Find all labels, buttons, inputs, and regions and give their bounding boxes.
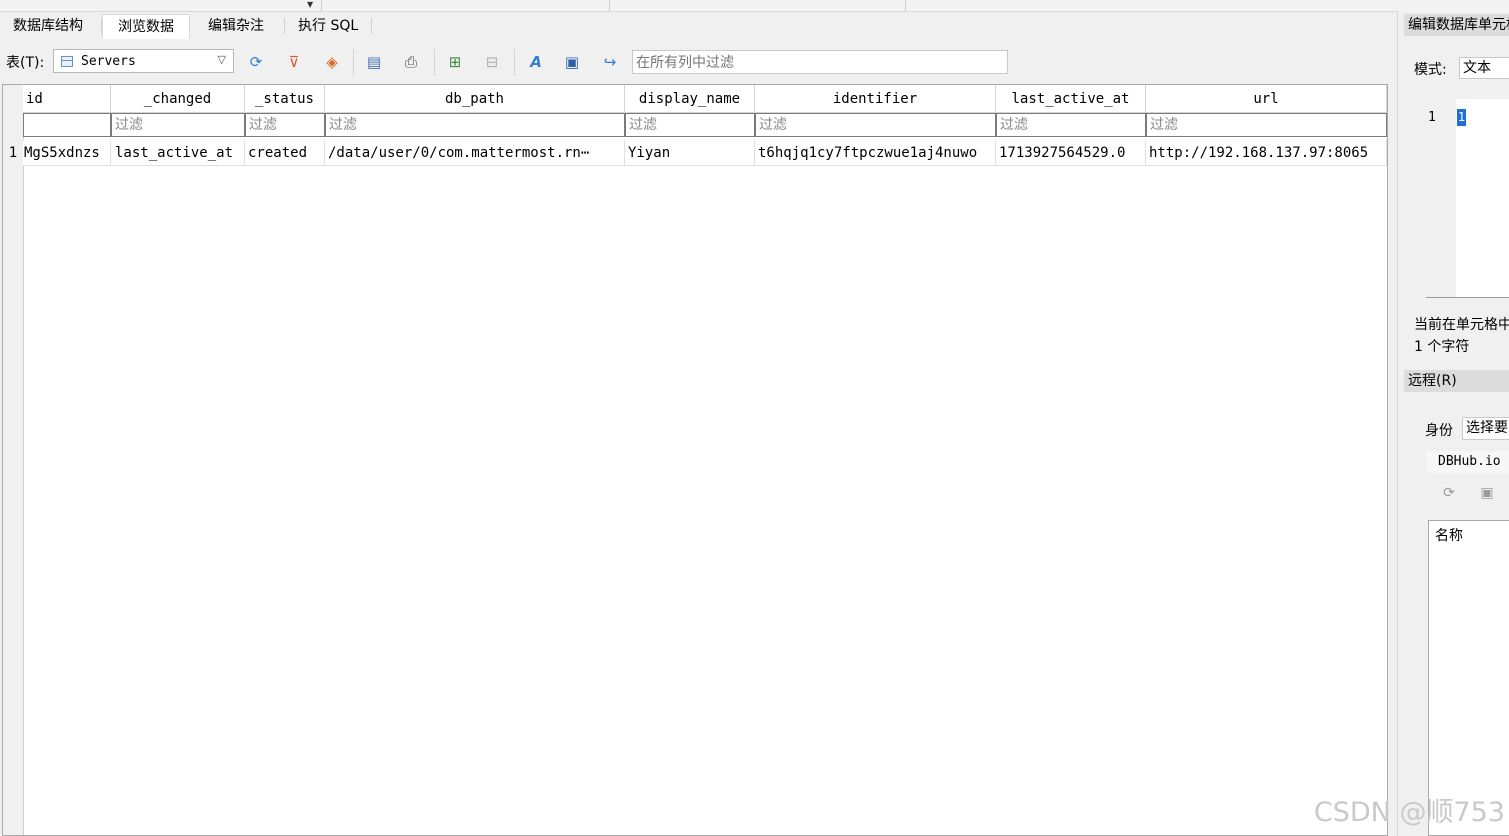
tab-database-structure[interactable]: 数据库结构 xyxy=(5,14,91,38)
editor-line-number: 1 xyxy=(1428,110,1436,125)
top-separator xyxy=(905,0,906,11)
column-header-changed[interactable]: _changed xyxy=(111,85,245,113)
top-strip: ▼ xyxy=(0,0,1509,12)
insert-record-icon[interactable]: ⊞ xyxy=(446,53,464,71)
top-separator xyxy=(321,0,322,11)
table-label: 表(T): xyxy=(6,55,45,71)
editor-gutter xyxy=(1426,99,1456,297)
global-filter-input[interactable] xyxy=(632,50,1008,74)
cell-char-count: 1 个字符 xyxy=(1414,339,1470,355)
column-header-identifier[interactable]: identifier xyxy=(755,85,996,113)
find-replace-icon[interactable]: ▣ xyxy=(563,53,581,71)
table-cell[interactable]: t6hqjq1cy7ftpczwue1aj4nuwo xyxy=(755,140,996,166)
tab-divider xyxy=(284,18,285,34)
remote-list-header: 名称 xyxy=(1435,528,1463,544)
save-filter-icon[interactable]: ◈ xyxy=(323,53,341,71)
toolbar-separator xyxy=(434,49,435,76)
remote-title[interactable]: 远程(R) xyxy=(1404,370,1509,392)
table-cell[interactable]: created xyxy=(245,140,325,166)
identity-label: 身份 xyxy=(1425,423,1453,439)
edit-cell-pane: 编辑数据库单元格 模式: 文本 1 1 当前在单元格中 1 个字符 远程(R) … xyxy=(1397,11,1509,836)
table-cell[interactable]: 1713927564529.0 xyxy=(996,140,1146,166)
column-header-url[interactable]: url xyxy=(1146,85,1387,113)
column-header-id[interactable]: id xyxy=(23,85,111,113)
column-header-db-path[interactable]: db_path xyxy=(325,85,625,113)
column-filter-id[interactable] xyxy=(23,113,111,137)
row-header-column xyxy=(3,85,24,835)
column-filter-changed[interactable]: 过滤 xyxy=(111,113,245,137)
column-filter-identifier[interactable]: 过滤 xyxy=(755,113,996,137)
column-filter-status[interactable]: 过滤 xyxy=(245,113,325,137)
mode-select[interactable]: 文本 xyxy=(1459,57,1509,79)
toolbar-separator xyxy=(514,49,515,76)
column-filter-url[interactable]: 过滤 xyxy=(1146,113,1387,137)
table-cell[interactable]: MgS5xdnzs xyxy=(23,140,111,166)
tab-browse-data[interactable]: 浏览数据 xyxy=(102,14,190,39)
column-header-label: id xyxy=(26,91,43,107)
column-header-label: last_active_at xyxy=(1011,91,1130,107)
editor-selected-text[interactable]: 1 xyxy=(1457,109,1466,126)
column-header-last-active-at[interactable]: last_active_at xyxy=(996,85,1146,113)
print-icon[interactable]: ⎙ xyxy=(402,53,420,71)
column-header-label: _status xyxy=(254,91,314,107)
toolbar-separator xyxy=(353,49,354,76)
table-cell[interactable]: /data/user/0/com.mattermost.rn⋯ xyxy=(325,140,625,166)
tab-edit-pragmas[interactable]: 编辑杂注 xyxy=(200,14,272,38)
export-icon[interactable]: ▤ xyxy=(365,53,383,71)
refresh-icon[interactable]: ⟳ xyxy=(247,53,265,71)
column-header-status[interactable]: _status xyxy=(245,85,325,113)
identity-select[interactable]: 选择要 xyxy=(1462,417,1509,440)
refresh-icon[interactable]: ⟳ xyxy=(1440,484,1458,502)
column-header-display-name[interactable]: display_name xyxy=(625,85,755,113)
delete-record-icon[interactable]: ⊟ xyxy=(483,53,501,71)
mode-label: 模式: xyxy=(1414,62,1447,78)
dbhub-tab[interactable]: DBHub.io xyxy=(1426,451,1509,473)
clear-filters-icon[interactable]: ⊽ xyxy=(285,53,303,71)
column-header-label: db_path xyxy=(444,91,504,107)
cell-editor[interactable]: 1 1 xyxy=(1426,99,1509,298)
column-header-label: url xyxy=(1253,91,1279,107)
tab-divider xyxy=(371,18,372,34)
table-icon xyxy=(61,56,73,67)
column-header-label: identifier xyxy=(832,91,918,107)
find-icon[interactable]: A xyxy=(527,53,545,71)
table-cell[interactable]: last_active_at xyxy=(111,140,245,166)
cell-info-text: 当前在单元格中 xyxy=(1414,317,1509,333)
column-filter-last-active-at[interactable]: 过滤 xyxy=(996,113,1146,137)
column-header-label: _changed xyxy=(143,91,212,107)
table-select[interactable]: Servers ▽ xyxy=(53,49,234,73)
remote-list[interactable]: 名称 xyxy=(1428,520,1509,836)
table-cell[interactable]: http://192.168.137.97:8065 xyxy=(1146,140,1387,166)
goto-icon[interactable]: ↪ xyxy=(601,53,619,71)
column-filter-display-name[interactable]: 过滤 xyxy=(625,113,755,137)
clone-icon[interactable]: ▣ xyxy=(1478,484,1496,502)
top-separator xyxy=(609,0,610,11)
edit-cell-title: 编辑数据库单元格 xyxy=(1404,14,1509,36)
column-header-label: display_name xyxy=(638,91,741,107)
chevron-down-icon: ▽ xyxy=(217,53,226,66)
dropdown-arrow-icon[interactable]: ▼ xyxy=(307,1,313,9)
row-number[interactable]: 1 xyxy=(3,140,23,166)
table-select-value: Servers xyxy=(81,54,136,69)
column-filter-db-path[interactable]: 过滤 xyxy=(325,113,625,137)
tab-execute-sql[interactable]: 执行 SQL xyxy=(290,14,366,38)
watermark: CSDN @顺753 xyxy=(1313,797,1505,828)
data-grid[interactable]: id _changed _status db_path display_name… xyxy=(2,84,1388,836)
table-cell[interactable]: Yiyan xyxy=(625,140,755,166)
